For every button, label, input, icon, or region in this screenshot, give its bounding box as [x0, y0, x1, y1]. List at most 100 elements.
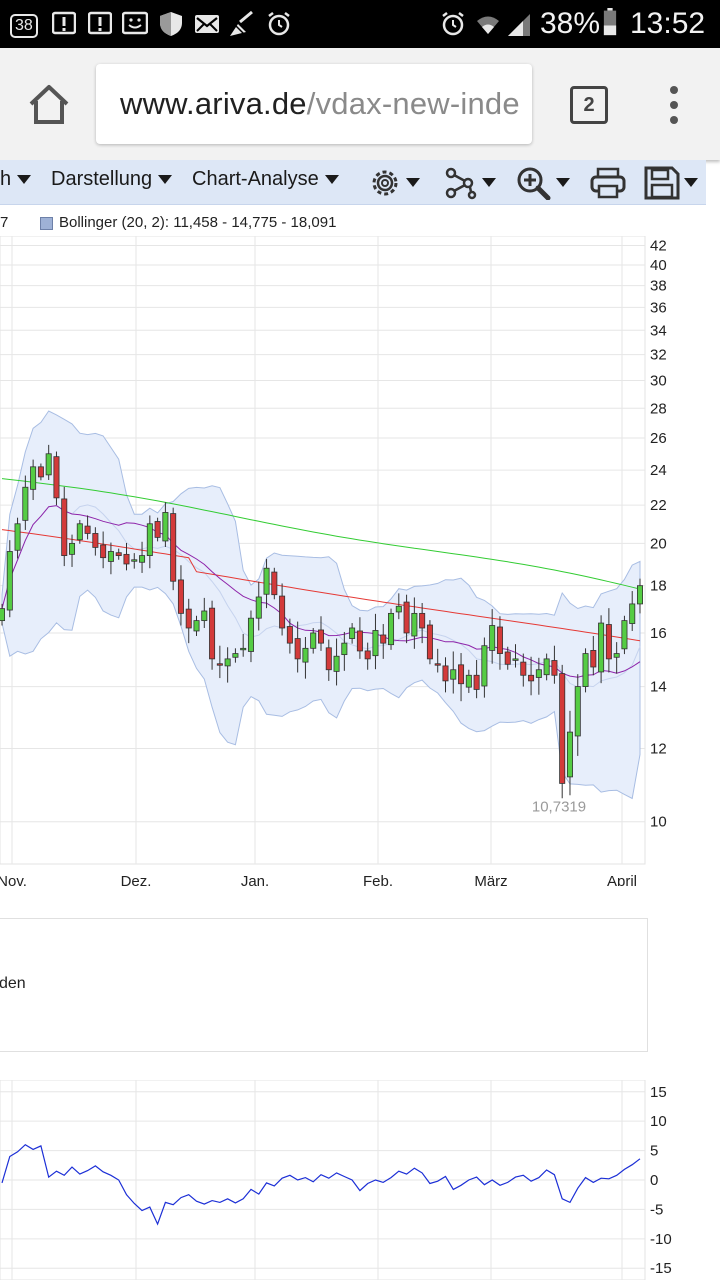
y-tick-label: 24	[650, 462, 667, 479]
candle-body	[333, 655, 340, 672]
url-bar[interactable]: www.ariva.de/vdax-new-inde	[96, 64, 532, 144]
oscillator-chart[interactable]: 15 10 5 0 -5 -10 -15	[0, 1080, 720, 1280]
y-tick-label: 16	[650, 625, 667, 642]
chart-analyse-menu[interactable]: Chart-Analyse	[192, 164, 339, 194]
oscillator-y-tick-label: 10	[650, 1113, 667, 1130]
y-tick-label: 34	[650, 322, 667, 339]
zoom-in-icon	[517, 167, 551, 201]
browser-toolbar: www.ariva.de/vdax-new-inde 2	[0, 48, 720, 160]
candle-body	[193, 620, 200, 632]
y-tick-label: 10	[650, 814, 667, 831]
oscillator-y-tick-label: -15	[650, 1260, 672, 1277]
candle-body	[372, 630, 379, 657]
candle-body	[434, 663, 441, 666]
bollinger-legend-swatch	[40, 217, 53, 230]
y-tick-label: 26	[650, 430, 667, 447]
notification-badge: 38	[10, 14, 38, 38]
darstellung-label: Darstellung	[51, 168, 153, 190]
chevron-down-icon	[556, 178, 570, 187]
candle-body	[201, 610, 208, 622]
candle-body	[100, 544, 107, 559]
candle-body	[123, 553, 130, 565]
candle-body	[247, 617, 254, 652]
settings-menu[interactable]	[368, 166, 424, 200]
shield-icon	[160, 12, 182, 36]
y-tick-label: 28	[650, 400, 667, 417]
candle-body	[302, 647, 309, 663]
candle-body	[76, 523, 83, 541]
candle-body	[364, 650, 371, 660]
candle-body	[465, 674, 472, 688]
compare-menu[interactable]	[444, 166, 500, 200]
alert-message-icon	[52, 11, 76, 35]
candle-body	[37, 466, 44, 478]
alarm-clock-icon	[268, 12, 290, 36]
save-disk-icon	[644, 166, 680, 200]
candle-body	[637, 585, 644, 605]
legend-partial-value: 7	[0, 214, 9, 231]
save-menu[interactable]	[644, 166, 704, 200]
candle-body	[30, 466, 37, 490]
info-panel: den	[0, 918, 648, 1052]
candle-body	[403, 601, 410, 634]
candle-body	[325, 647, 332, 671]
candle-body	[605, 624, 612, 660]
x-tick-label: Dez.	[121, 873, 152, 886]
candle-body	[255, 596, 262, 619]
y-tick-label: 12	[650, 740, 667, 757]
y-tick-label: 42	[650, 237, 667, 254]
candle-body	[543, 658, 550, 676]
tab-switcher-button[interactable]: 2	[570, 86, 608, 124]
chevron-down-icon	[482, 178, 496, 187]
candle-body	[224, 658, 231, 667]
candle-body	[598, 622, 605, 673]
candle-body	[419, 612, 426, 629]
url-text[interactable]: www.ariva.de/vdax-new-inde	[120, 86, 520, 122]
y-tick-label: 38	[650, 278, 667, 295]
home-icon[interactable]	[26, 82, 72, 128]
toolbar-partial-label: h	[0, 168, 12, 190]
candle-body	[146, 523, 153, 556]
candle-body	[216, 663, 223, 666]
candle-body	[388, 612, 395, 646]
oscillator-y-tick-label: -10	[650, 1231, 672, 1248]
candle-body	[107, 551, 114, 562]
candle-body	[450, 669, 457, 680]
candle-body	[53, 456, 60, 499]
wifi-icon	[477, 16, 499, 34]
toolbar-partial-menu[interactable]: h	[0, 164, 32, 194]
price-chart[interactable]: 42 40 38 36 34 32 30 28 26 24 22 20 18 16 14 12 10 Nov. De…	[0, 236, 720, 886]
candle-body	[458, 664, 465, 685]
candle-body	[512, 658, 519, 661]
candle-body	[131, 559, 138, 562]
y-tick-label: 40	[650, 257, 667, 274]
chevron-down-icon	[684, 178, 698, 187]
candle-body	[590, 650, 597, 668]
chart-toolbar: h Darstellung Chart-Analyse	[0, 160, 706, 205]
print-button[interactable]	[590, 166, 626, 200]
candle-body	[209, 607, 216, 660]
chart-analyse-label: Chart-Analyse	[192, 168, 319, 190]
y-tick-label: 30	[650, 373, 667, 390]
candle-body	[566, 731, 573, 778]
x-tick-label: April	[607, 873, 637, 886]
candle-body	[6, 551, 13, 611]
notification-count-icon: 38	[10, 10, 38, 38]
oscillator-y-tick-label: -5	[650, 1201, 663, 1218]
candle-body	[621, 620, 628, 650]
zoom-menu[interactable]	[516, 166, 572, 201]
overflow-menu-icon[interactable]	[660, 82, 688, 128]
candle-body	[263, 567, 270, 595]
candle-body	[473, 674, 480, 690]
gear-icon	[372, 170, 398, 196]
candle-body	[177, 579, 184, 614]
candle-body	[426, 624, 433, 660]
candle-body	[442, 665, 449, 682]
candle-body	[629, 603, 636, 624]
candle-body	[185, 608, 192, 629]
darstellung-menu[interactable]: Darstellung	[51, 164, 173, 194]
chevron-down-icon	[158, 175, 173, 185]
oscillator-y-tick-label: 0	[650, 1172, 658, 1189]
candle-body	[349, 627, 356, 639]
candle-body	[294, 638, 301, 660]
